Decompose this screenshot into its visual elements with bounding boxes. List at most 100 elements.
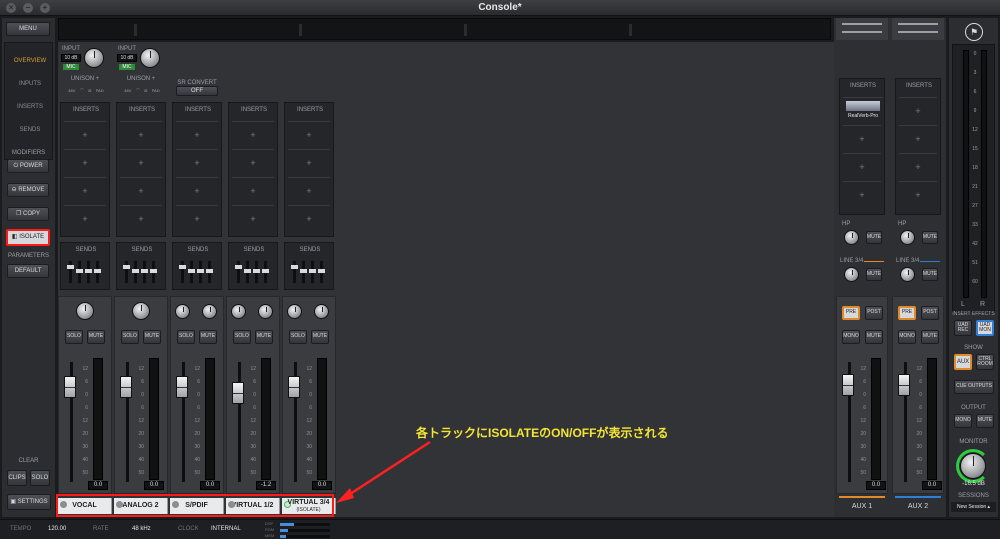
send-slider-handle[interactable] — [262, 269, 269, 273]
settings-button[interactable]: ▣ SETTINGS — [7, 494, 51, 510]
aux-fader[interactable] — [842, 374, 854, 396]
line-mute-button[interactable]: MUTE — [922, 268, 938, 281]
solo-button[interactable]: SOLO — [177, 330, 195, 344]
send-slider-handle[interactable] — [94, 269, 101, 273]
insert-slot[interactable]: + — [288, 205, 330, 231]
solo-button[interactable]: SOLO — [121, 330, 139, 344]
insert-slot[interactable]: + — [64, 205, 106, 231]
hp-knob[interactable] — [900, 230, 915, 245]
pan-knob[interactable] — [76, 302, 94, 320]
isolate-button[interactable]: ◧ ISOLATE — [6, 229, 50, 246]
send-slider-handle[interactable] — [291, 265, 298, 269]
channel-fader[interactable] — [120, 376, 132, 398]
send-slider-handle[interactable] — [123, 265, 130, 269]
remove-button[interactable]: ⊖ REMOVE — [7, 183, 49, 197]
insert-slot[interactable]: + — [232, 205, 274, 231]
nav-sends[interactable]: SENDS — [10, 127, 50, 133]
channel-fader[interactable] — [232, 382, 244, 404]
ctrl-room-button[interactable]: CTRL ROOM — [976, 354, 994, 370]
plugin-slot[interactable]: RealVerb-Pro — [843, 97, 883, 123]
rate-value[interactable]: 48 kHz — [132, 526, 151, 532]
mute-button[interactable]: MUTE — [199, 330, 217, 344]
insert-slot[interactable]: + — [64, 177, 106, 203]
insert-slot[interactable]: + — [176, 121, 218, 147]
solo-button[interactable]: SOLO — [65, 330, 83, 344]
solo-button[interactable]: SOLO — [233, 330, 251, 344]
channel-fader[interactable] — [176, 376, 188, 398]
pan-left-knob[interactable] — [175, 304, 190, 319]
pan-left-knob[interactable] — [231, 304, 246, 319]
pan-right-knob[interactable] — [202, 304, 217, 319]
hp-mute-button[interactable]: MUTE — [866, 231, 882, 244]
nav-inputs[interactable]: INPUTS — [10, 81, 50, 87]
insert-slot[interactable]: + — [176, 205, 218, 231]
output-mono-button[interactable]: MONO — [954, 414, 972, 428]
aux-layout-icon[interactable] — [898, 23, 938, 33]
preamp-gain-knob[interactable] — [84, 48, 104, 68]
channel-fader[interactable] — [64, 376, 76, 398]
insert-slot[interactable]: + — [120, 121, 162, 147]
insert-slot[interactable]: + — [899, 125, 937, 151]
send-slider-handle[interactable] — [67, 265, 74, 269]
line-knob[interactable] — [900, 267, 915, 282]
insert-slot[interactable]: + — [64, 149, 106, 175]
send-slider-handle[interactable] — [76, 269, 83, 273]
aux-name[interactable]: AUX 2 — [892, 503, 944, 510]
insert-slot[interactable]: + — [899, 181, 937, 207]
post-button[interactable]: POST — [865, 306, 883, 320]
hp-mute-button[interactable]: MUTE — [922, 231, 938, 244]
nav-overview[interactable]: OVERVIEW — [10, 58, 50, 64]
cue-outputs-button[interactable]: CUE OUTPUTS — [954, 380, 994, 394]
mute-button[interactable]: MUTE — [255, 330, 273, 344]
clear-solo-button[interactable]: SOLO — [30, 470, 50, 486]
send-slider-handle[interactable] — [253, 269, 260, 273]
preamp-gain-knob[interactable] — [140, 48, 160, 68]
output-mute-button[interactable]: MUTE — [976, 414, 994, 428]
insert-slot[interactable]: + — [843, 125, 881, 151]
show-aux-button[interactable]: AUX — [954, 354, 972, 370]
aux-fader[interactable] — [898, 374, 910, 396]
send-slider-handle[interactable] — [300, 269, 307, 273]
aux-layout-icon[interactable] — [842, 23, 882, 33]
insert-slot[interactable]: + — [232, 149, 274, 175]
pan-knob[interactable] — [132, 302, 150, 320]
pre-button[interactable]: PRE — [842, 306, 860, 320]
menu-button[interactable]: MENU — [6, 22, 50, 36]
aux-mono-button[interactable]: MONO — [898, 330, 916, 344]
default-button[interactable]: DEFAULT — [7, 264, 49, 278]
send-slider-handle[interactable] — [197, 269, 204, 273]
copy-button[interactable]: ❐ COPY — [7, 207, 49, 221]
uad-rec-button[interactable]: UAD REC — [954, 320, 972, 336]
send-slider-handle[interactable] — [206, 269, 213, 273]
insert-slot[interactable]: + — [843, 153, 881, 179]
insert-slot[interactable]: + — [64, 121, 106, 147]
hp-knob[interactable] — [844, 230, 859, 245]
send-slider-handle[interactable] — [318, 269, 325, 273]
aux-name[interactable]: AUX 1 — [836, 503, 888, 510]
solo-button[interactable]: SOLO — [289, 330, 307, 344]
insert-slot[interactable]: + — [120, 205, 162, 231]
monitor-knob[interactable] — [960, 453, 986, 479]
send-slider-handle[interactable] — [244, 269, 251, 273]
insert-slot[interactable]: + — [176, 177, 218, 203]
nav-inserts[interactable]: INSERTS — [10, 104, 50, 110]
unison-label[interactable]: UNISON + — [58, 76, 112, 82]
pan-left-knob[interactable] — [287, 304, 302, 319]
clear-clips-button[interactable]: CLIPS — [7, 470, 27, 486]
pre-button[interactable]: PRE — [898, 306, 916, 320]
mute-button[interactable]: MUTE — [311, 330, 329, 344]
insert-slot[interactable]: + — [232, 177, 274, 203]
insert-slot[interactable]: + — [288, 121, 330, 147]
insert-slot[interactable]: + — [899, 97, 937, 123]
tempo-value[interactable]: 120.00 — [48, 526, 66, 532]
preamp-options[interactable]: 48V ⌒ Ø PAD — [60, 88, 112, 94]
preamp-options[interactable]: 48V ⌒ Ø PAD — [116, 88, 168, 94]
power-button[interactable]: ⏻ POWER — [7, 159, 49, 173]
mute-button[interactable]: MUTE — [143, 330, 161, 344]
insert-slot[interactable]: + — [232, 121, 274, 147]
send-slider-handle[interactable] — [132, 269, 139, 273]
insert-slot[interactable]: + — [288, 177, 330, 203]
post-button[interactable]: POST — [921, 306, 939, 320]
pan-right-knob[interactable] — [314, 304, 329, 319]
mute-button[interactable]: MUTE — [87, 330, 105, 344]
